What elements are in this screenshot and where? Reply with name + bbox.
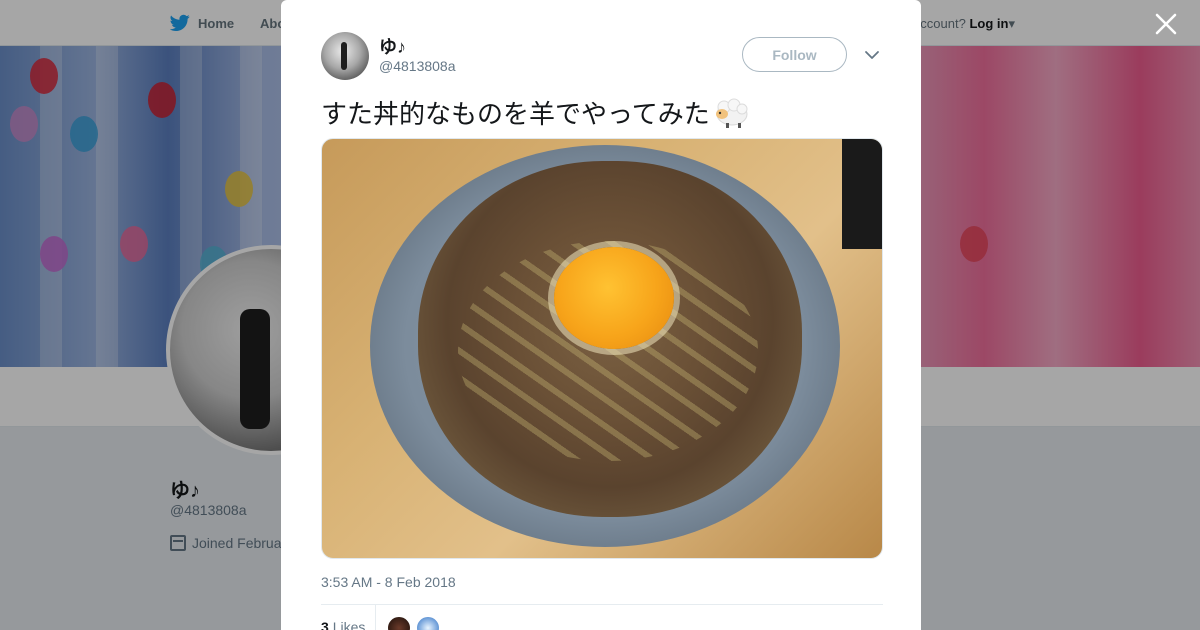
tweet-text: すた丼的なものを羊でやってみた (321, 99, 710, 129)
tweet-modal: ゆ♪ @4813808a Follow すた丼的なものを羊でやってみた 3:53… (281, 0, 921, 630)
sheep-emoji-icon (715, 98, 748, 128)
stats-vertical-divider (375, 605, 376, 630)
likes-stat[interactable]: 3 Likes (321, 619, 365, 630)
liker-avatar[interactable] (416, 616, 440, 630)
chevron-down-icon[interactable] (863, 46, 881, 64)
follow-button[interactable]: Follow (742, 37, 847, 72)
egg-yolk (554, 247, 674, 349)
author-handle[interactable]: @4813808a (379, 58, 456, 74)
tweet-timestamp[interactable]: 3:53 AM - 8 Feb 2018 (321, 574, 456, 590)
author-avatar[interactable] (321, 32, 369, 80)
close-icon[interactable] (1152, 10, 1180, 38)
liker-avatar[interactable] (387, 616, 411, 630)
tweet-text-row: すた丼的なものを羊でやってみた (321, 94, 750, 131)
author-name[interactable]: ゆ♪ (379, 33, 406, 59)
likes-label: Likes (332, 619, 366, 630)
likes-count: 3 (321, 619, 329, 630)
tweet-photo[interactable] (321, 138, 883, 559)
stats-divider (321, 604, 883, 605)
